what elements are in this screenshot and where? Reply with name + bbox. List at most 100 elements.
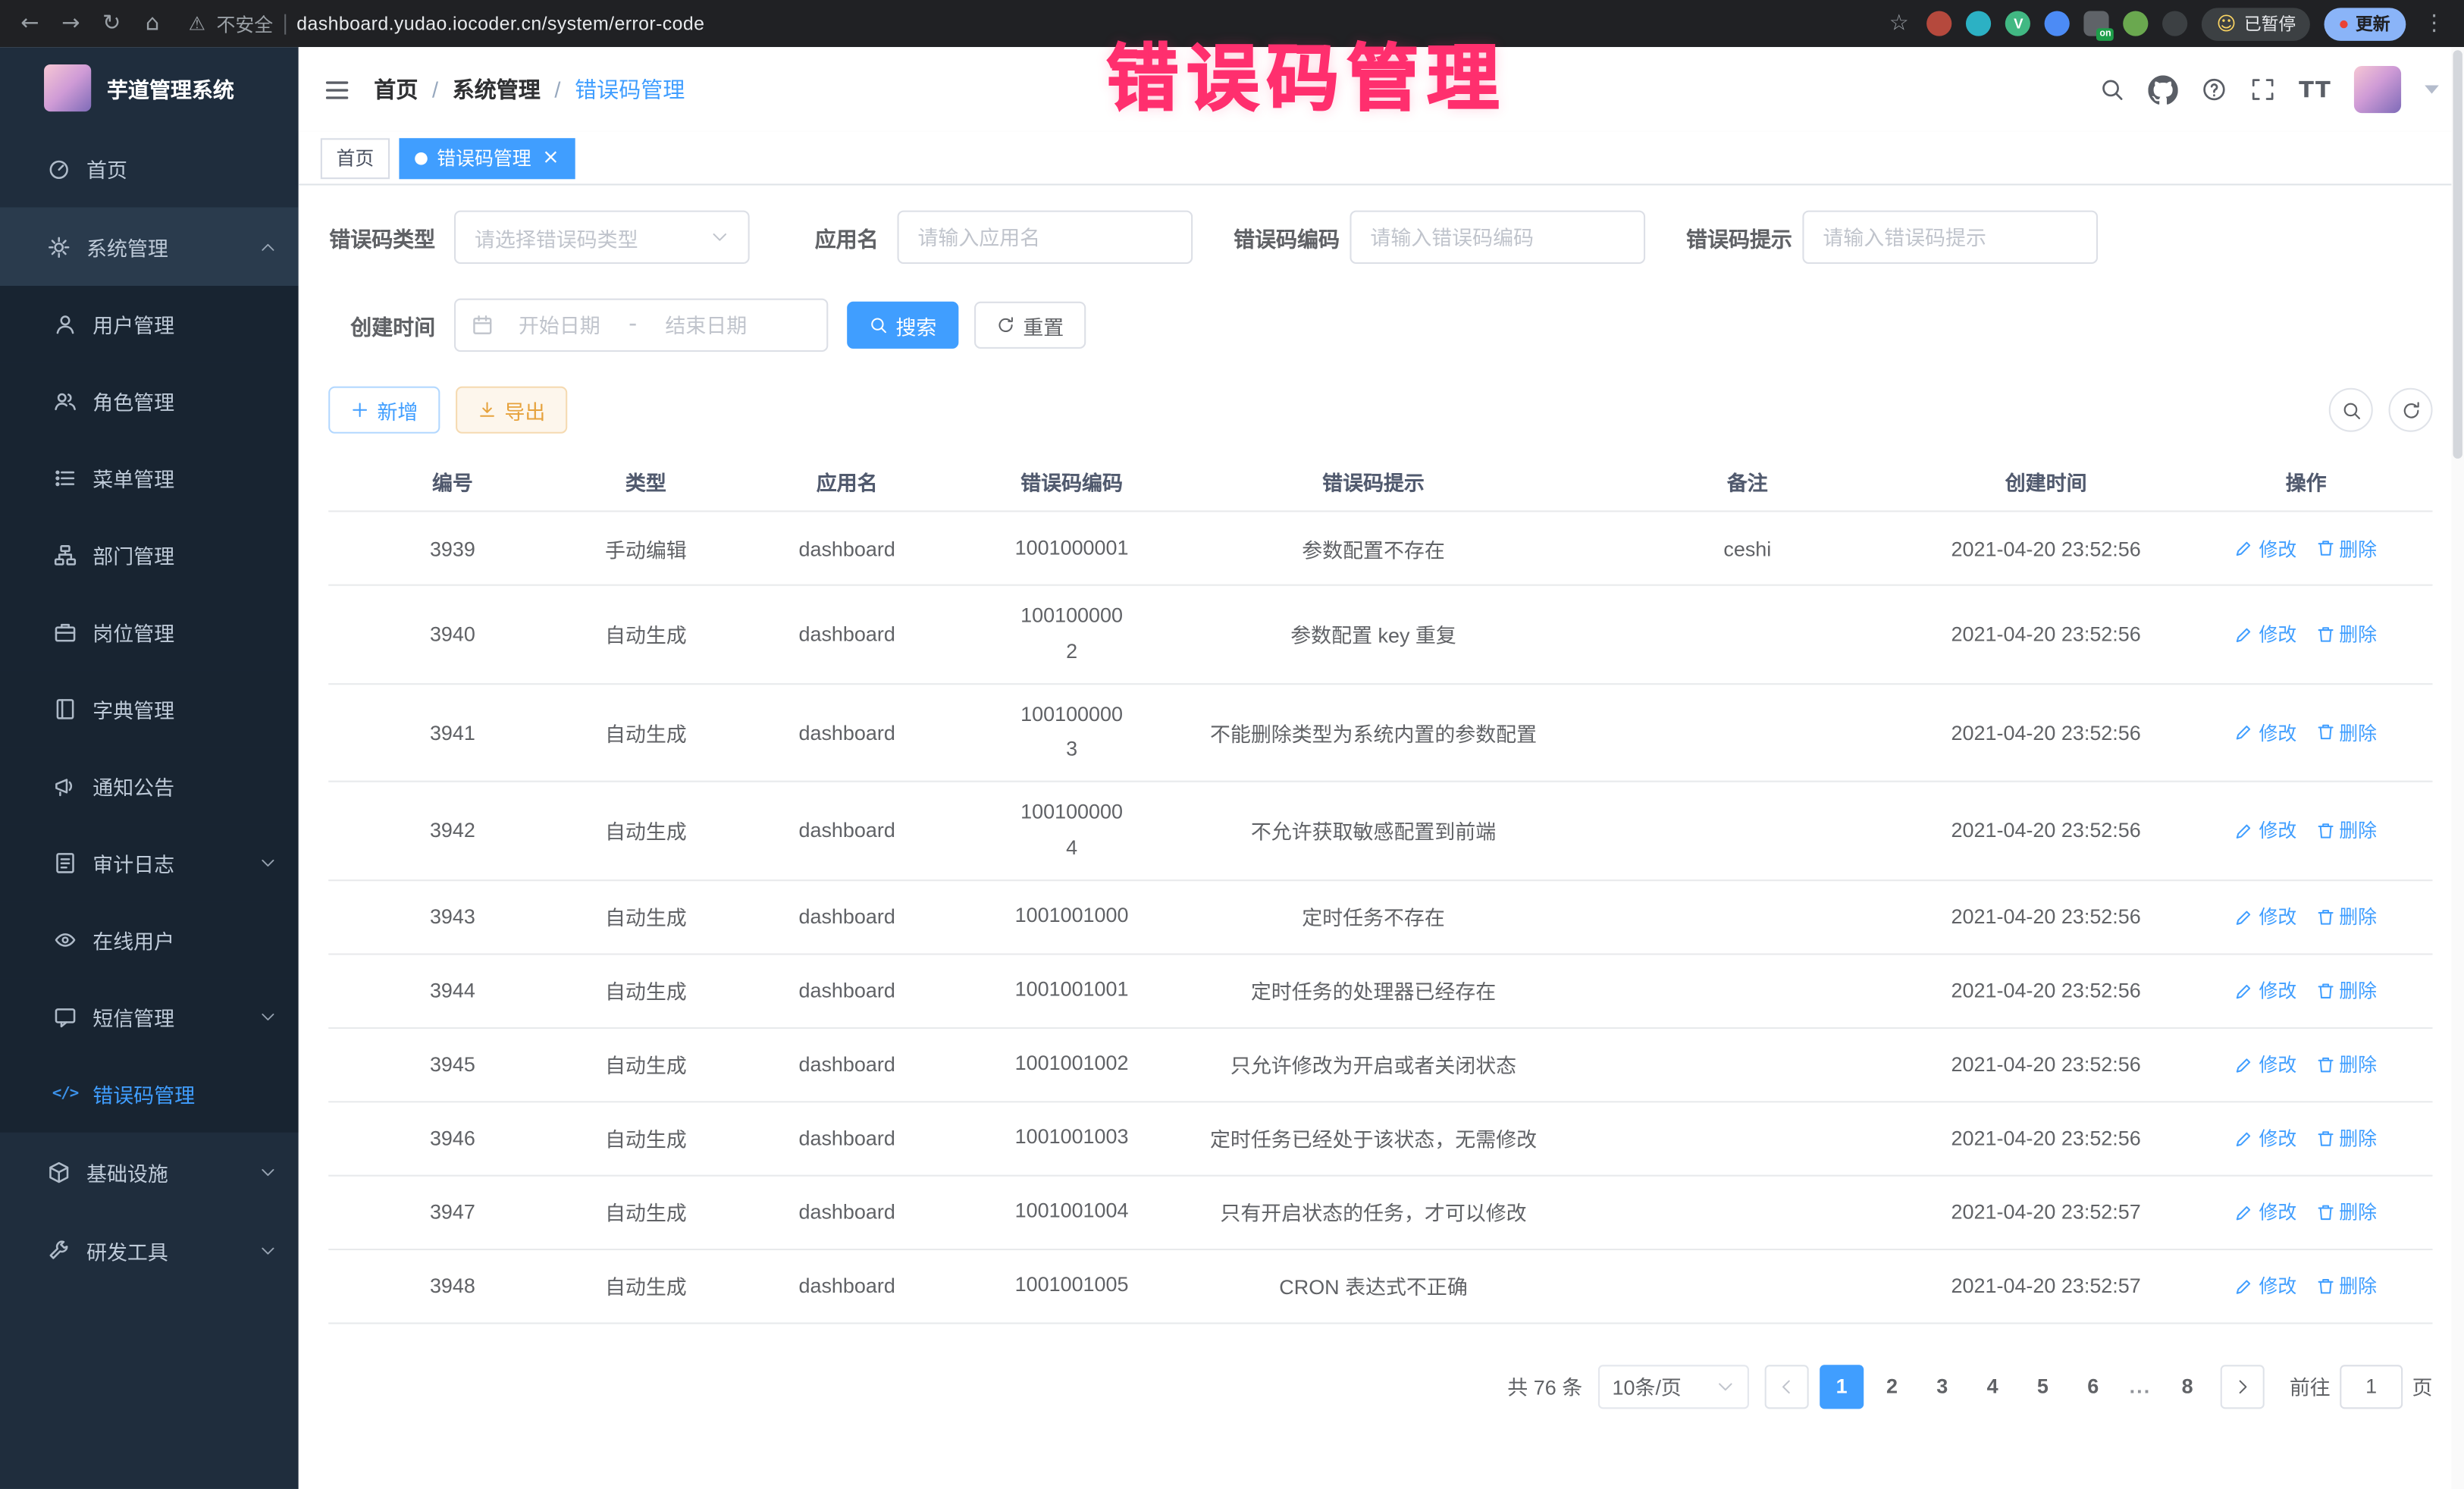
extension-icon[interactable]	[1927, 11, 1952, 36]
scrollbar-thumb[interactable]	[2453, 50, 2462, 459]
delete-button[interactable]: 删除	[2315, 977, 2377, 1004]
extension-pin-icon[interactable]	[2163, 11, 2188, 36]
refresh-table-button[interactable]	[2389, 388, 2433, 432]
forward-icon[interactable]: →	[57, 13, 85, 35]
sidebar-item-dept[interactable]: 部门管理	[0, 517, 299, 594]
add-button[interactable]: 新增	[328, 387, 440, 434]
tab[interactable]: 首页	[321, 137, 390, 178]
close-icon[interactable]: ×	[542, 148, 560, 168]
error-code-input[interactable]	[1350, 211, 1645, 264]
edit-button[interactable]: 修改	[2235, 534, 2296, 561]
reload-icon[interactable]: ↻	[98, 13, 126, 35]
kebab-menu-icon[interactable]: ⋮	[2420, 13, 2448, 35]
home-icon[interactable]: ⌂	[138, 13, 166, 35]
end-date-input[interactable]	[650, 313, 763, 337]
cell-hint: 只允许修改为开启或者关闭状态	[1165, 1049, 1582, 1079]
page-button[interactable]: 3	[1920, 1364, 1964, 1408]
delete-button[interactable]: 删除	[2315, 719, 2377, 745]
cell-id: 3940	[328, 622, 576, 646]
app-name-input[interactable]	[898, 211, 1193, 264]
error-hint-input[interactable]	[1802, 211, 2098, 264]
sidebar-item-audit-log[interactable]: 审计日志	[0, 825, 299, 902]
goto-label: 前往	[2290, 1371, 2331, 1401]
prev-page-button[interactable]	[1765, 1364, 1809, 1408]
page-button[interactable]: 6	[2071, 1364, 2115, 1408]
page-button[interactable]: 8	[2165, 1364, 2209, 1408]
search-button[interactable]: 搜索	[847, 302, 958, 349]
infra-icon	[47, 1160, 71, 1183]
back-icon[interactable]: ←	[16, 13, 44, 35]
start-date-input[interactable]	[503, 313, 616, 337]
delete-button[interactable]: 删除	[2315, 817, 2377, 844]
page-button[interactable]: 1	[1820, 1364, 1864, 1408]
header-search-icon[interactable]	[2099, 77, 2124, 102]
sidebar-item-online-user[interactable]: 在线用户	[0, 901, 299, 979]
sidebar-item-label: 系统管理	[86, 232, 168, 262]
edit-button[interactable]: 修改	[2235, 1199, 2296, 1225]
error-type-select[interactable]: 请选择错误码类型	[454, 211, 750, 264]
github-icon[interactable]	[2148, 74, 2177, 104]
goto-page-input[interactable]	[2340, 1364, 2403, 1408]
breadcrumb-system[interactable]: 系统管理	[453, 74, 541, 105]
extension-icon[interactable]	[2045, 11, 2071, 36]
next-page-button[interactable]	[2221, 1364, 2265, 1408]
app-logo[interactable]: 芋道管理系统	[0, 47, 299, 129]
reset-button[interactable]: 重置	[974, 302, 1086, 349]
edit-button[interactable]: 修改	[2235, 817, 2296, 844]
sidebar-item-home[interactable]: 首页	[0, 129, 299, 208]
edit-button[interactable]: 修改	[2235, 977, 2296, 1004]
sidebar-item-role[interactable]: 角色管理	[0, 363, 299, 440]
tab-active[interactable]: 错误码管理×	[399, 137, 575, 178]
address-bar[interactable]: ⚠ 不安全 dashboard.yudao.iocoder.cn/system/…	[189, 10, 705, 36]
font-size-icon[interactable]: TT	[2299, 77, 2331, 102]
page-button[interactable]: 5	[2020, 1364, 2064, 1408]
edit-button[interactable]: 修改	[2235, 621, 2296, 647]
help-icon[interactable]	[2202, 77, 2227, 102]
extension-icon[interactable]	[2124, 11, 2149, 36]
sidebar-item-notice[interactable]: 通知公告	[0, 748, 299, 825]
pagination: 共 76 条 10条/页 123456...8 前往	[328, 1364, 2432, 1408]
delete-button[interactable]: 删除	[2315, 621, 2377, 647]
edit-button[interactable]: 修改	[2235, 1272, 2296, 1299]
create-time-range[interactable]: -	[454, 299, 828, 352]
sidebar-item-sms[interactable]: 短信管理	[0, 979, 299, 1056]
page-size-select[interactable]: 10条/页	[1598, 1364, 1749, 1408]
sidebar-item-infra[interactable]: 基础设施	[0, 1133, 299, 1212]
toggle-search-button[interactable]	[2329, 388, 2373, 432]
delete-button[interactable]: 删除	[2315, 903, 2377, 929]
tools-icon	[47, 1239, 71, 1262]
extension-icon[interactable]	[1967, 11, 1992, 36]
delete-button[interactable]: 删除	[2315, 1199, 2377, 1225]
window-scrollbar[interactable]	[2451, 47, 2464, 1489]
extension-on-icon[interactable]	[2084, 11, 2109, 36]
page-button[interactable]: 4	[1970, 1364, 2014, 1408]
delete-button[interactable]: 删除	[2315, 1124, 2377, 1151]
delete-button[interactable]: 删除	[2315, 1272, 2377, 1299]
breadcrumb-home[interactable]: 首页	[374, 74, 418, 105]
caret-down-icon[interactable]	[2425, 85, 2439, 94]
update-button[interactable]: 更新	[2324, 7, 2406, 40]
hamburger-icon[interactable]	[324, 76, 350, 102]
export-button[interactable]: 导出	[456, 387, 567, 434]
page-button[interactable]: 2	[1870, 1364, 1914, 1408]
sidebar-item-dev-tool[interactable]: 研发工具	[0, 1211, 299, 1290]
sidebar-item-user[interactable]: 用户管理	[0, 286, 299, 363]
sidebar-item-post[interactable]: 岗位管理	[0, 594, 299, 671]
edit-button[interactable]: 修改	[2235, 1051, 2296, 1077]
vue-devtools-icon[interactable]	[2006, 11, 2031, 36]
page-ellipsis[interactable]: ...	[2121, 1375, 2159, 1398]
edit-button[interactable]: 修改	[2235, 1124, 2296, 1151]
edit-button[interactable]: 修改	[2235, 719, 2296, 745]
profile-chip[interactable]: ☺ 已暂停	[2202, 7, 2310, 40]
sidebar-item-error-code[interactable]: </>错误码管理	[0, 1055, 299, 1133]
user-avatar[interactable]	[2354, 66, 2401, 113]
bookmark-star-icon[interactable]: ☆	[1885, 13, 1913, 35]
edit-button[interactable]: 修改	[2235, 903, 2296, 929]
fullscreen-icon[interactable]	[2250, 77, 2275, 102]
sidebar-item-dict[interactable]: 字典管理	[0, 671, 299, 748]
sidebar-item-menu[interactable]: 菜单管理	[0, 440, 299, 517]
cell-hint: CRON 表达式不正确	[1165, 1271, 1582, 1300]
delete-button[interactable]: 删除	[2315, 1051, 2377, 1077]
sidebar-item-system[interactable]: 系统管理	[0, 207, 299, 286]
delete-button[interactable]: 删除	[2315, 534, 2377, 561]
